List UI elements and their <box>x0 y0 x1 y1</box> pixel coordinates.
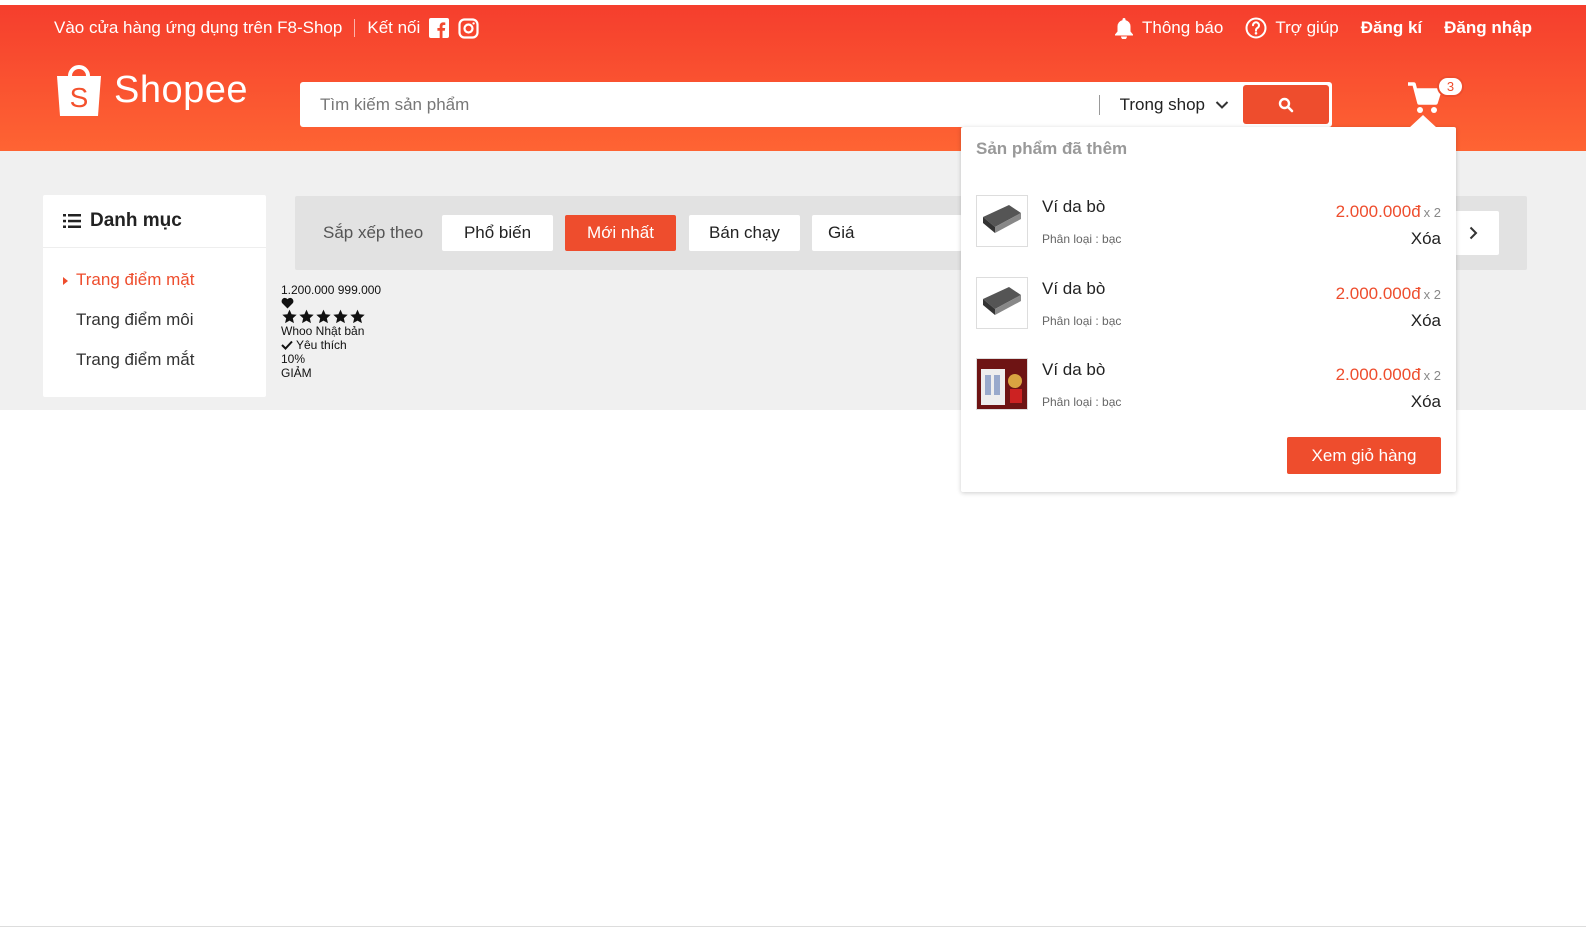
search-scope-select[interactable]: Trong shop <box>1120 95 1229 115</box>
instagram-icon[interactable] <box>458 17 479 39</box>
shopping-bag-icon: S <box>57 65 101 116</box>
star-icon <box>316 309 331 324</box>
cart-count-badge: 3 <box>1437 76 1464 97</box>
cart-item-quantity: x 2 <box>1423 368 1441 383</box>
favourite-heart[interactable] <box>281 297 381 309</box>
category-sidebar: Danh mục Trang điểm mặt Trang điểm môi T… <box>43 195 266 397</box>
favourite-label: Yêu thích <box>296 338 347 352</box>
cart-item-price: 2.000.000đ x 2 <box>1336 365 1441 385</box>
help-label: Trợ giúp <box>1275 18 1339 37</box>
cart-item-variant: Phân loại : bạc <box>1042 232 1122 246</box>
cart-dropdown: Sản phẩm đã thêm Ví da bò Phân loại : bạ… <box>961 115 1456 492</box>
product-card[interactable]: 1.200.000 999.000 Whoo Nhật bản Yêu thíc… <box>281 283 381 380</box>
list-icon <box>63 214 81 228</box>
cart-item-quantity: x 2 <box>1423 287 1441 302</box>
wallet-image <box>983 287 1021 315</box>
search-scope-label: Trong shop <box>1119 94 1205 114</box>
check-icon <box>281 340 293 350</box>
product-thumbnail <box>976 358 1028 410</box>
sort-price-select[interactable]: Giá <box>812 215 962 251</box>
connect-label: Kết nối <box>367 18 421 37</box>
login-link[interactable]: Đăng nhập <box>1444 18 1532 38</box>
page-bottom-border <box>0 926 1586 927</box>
star-icon <box>299 309 314 324</box>
app-download-link[interactable]: Vào cửa hàng ứng dụng trên F8-Shop <box>54 18 342 38</box>
cart-item-price-value: 2.000.000đ <box>1335 365 1421 384</box>
navbar-right: Thông báo Trợ giúp Đăng kí Đăng nhập <box>1092 17 1532 39</box>
product-prices: 1.200.000 999.000 <box>281 283 382 297</box>
heart-icon <box>281 297 294 309</box>
cart-item-price: 2.000.000đ x 2 <box>1336 284 1441 304</box>
cart-item-price-value: 2.000.000đ <box>1335 284 1421 303</box>
category-title: Danh mục <box>90 210 182 231</box>
search-separator <box>1098 94 1100 115</box>
cart-item[interactable]: Ví da bò Phân loại : bạc 2.000.000đ x 2 X… <box>976 358 1441 412</box>
cart-item-remove-button[interactable]: Xóa <box>1411 311 1441 331</box>
help-link[interactable]: Trợ giúp <box>1245 17 1339 39</box>
category-item-face-makeup[interactable]: Trang điểm mặt <box>43 270 266 310</box>
product-rating <box>281 309 381 324</box>
category-item-lip-makeup[interactable]: Trang điểm môi <box>43 310 266 350</box>
category-item-eye-makeup[interactable]: Trang điểm mắt <box>43 350 266 390</box>
cart-item-remove-button[interactable]: Xóa <box>1411 229 1441 249</box>
star-icon <box>282 309 297 324</box>
navbar-separator <box>354 19 356 37</box>
favourite-tag: Yêu thích <box>281 338 381 352</box>
sort-label: Sắp xếp theo <box>323 223 424 242</box>
star-icon <box>350 309 365 324</box>
discount-percent: 10% <box>281 352 306 366</box>
cart-item-name: Ví da bò <box>1042 197 1106 216</box>
sort-newest-button[interactable]: Mới nhất <box>565 215 676 251</box>
discount-label: GIẢM <box>281 366 312 380</box>
cart-item-variant: Phân loại : bạc <box>1042 395 1122 409</box>
chevron-right-icon <box>1469 226 1477 240</box>
cart-item-variant: Phân loại : bạc <box>1042 314 1122 328</box>
search-bar: Trong shop <box>300 82 1332 127</box>
product-image <box>977 359 1027 409</box>
search-button[interactable] <box>1243 85 1329 124</box>
register-link[interactable]: Đăng kí <box>1361 18 1422 38</box>
cart-item-price: 2.000.000đ x 2 <box>1336 202 1441 222</box>
cart-item-name: Ví da bò <box>1042 360 1106 379</box>
navbar-left: Vào cửa hàng ứng dụng trên F8-Shop Kết n… <box>54 17 479 39</box>
cart-item-remove-button[interactable]: Xóa <box>1411 392 1441 412</box>
view-cart-button[interactable]: Xem giỏ hàng <box>1287 437 1441 474</box>
chevron-down-icon <box>1215 100 1229 109</box>
navbar: Vào cửa hàng ứng dụng trên F8-Shop Kết n… <box>54 15 1532 41</box>
question-circle-icon <box>1245 17 1267 39</box>
cart-dropdown-title: Sản phẩm đã thêm <box>976 139 1128 158</box>
shopee-logo[interactable]: S Shopee <box>54 62 248 118</box>
product-thumbnail <box>976 277 1028 329</box>
bell-icon <box>1115 18 1134 39</box>
category-list: Trang điểm mặt Trang điểm môi Trang điểm… <box>43 248 266 390</box>
logo-text: Shopee <box>114 68 249 111</box>
notifications-label: Thông báo <box>1142 18 1224 37</box>
wallet-image <box>983 205 1021 233</box>
sort-popular-button[interactable]: Phổ biến <box>442 215 553 251</box>
facebook-icon[interactable] <box>429 18 450 38</box>
product-thumbnail <box>976 195 1028 247</box>
cart-item[interactable]: Ví da bò Phân loại : bạc 2.000.000đ x 2 X… <box>976 277 1441 331</box>
cart-item-price-value: 2.000.000đ <box>1335 202 1421 221</box>
category-heading: Danh mục <box>43 195 266 248</box>
notifications-link[interactable]: Thông báo <box>1114 17 1223 39</box>
sort-best-selling-button[interactable]: Bán chạy <box>689 215 800 251</box>
search-icon <box>1278 97 1294 112</box>
product-origin: Whoo Nhật bản <box>281 324 365 338</box>
search-input[interactable] <box>300 82 1099 127</box>
cart-item[interactable]: Ví da bò Phân loại : bạc 2.000.000đ x 2 X… <box>976 195 1441 249</box>
svg-text:S: S <box>70 82 89 113</box>
cart-item-name: Ví da bò <box>1042 279 1106 298</box>
cart-item-quantity: x 2 <box>1423 205 1441 220</box>
star-icon <box>333 309 348 324</box>
